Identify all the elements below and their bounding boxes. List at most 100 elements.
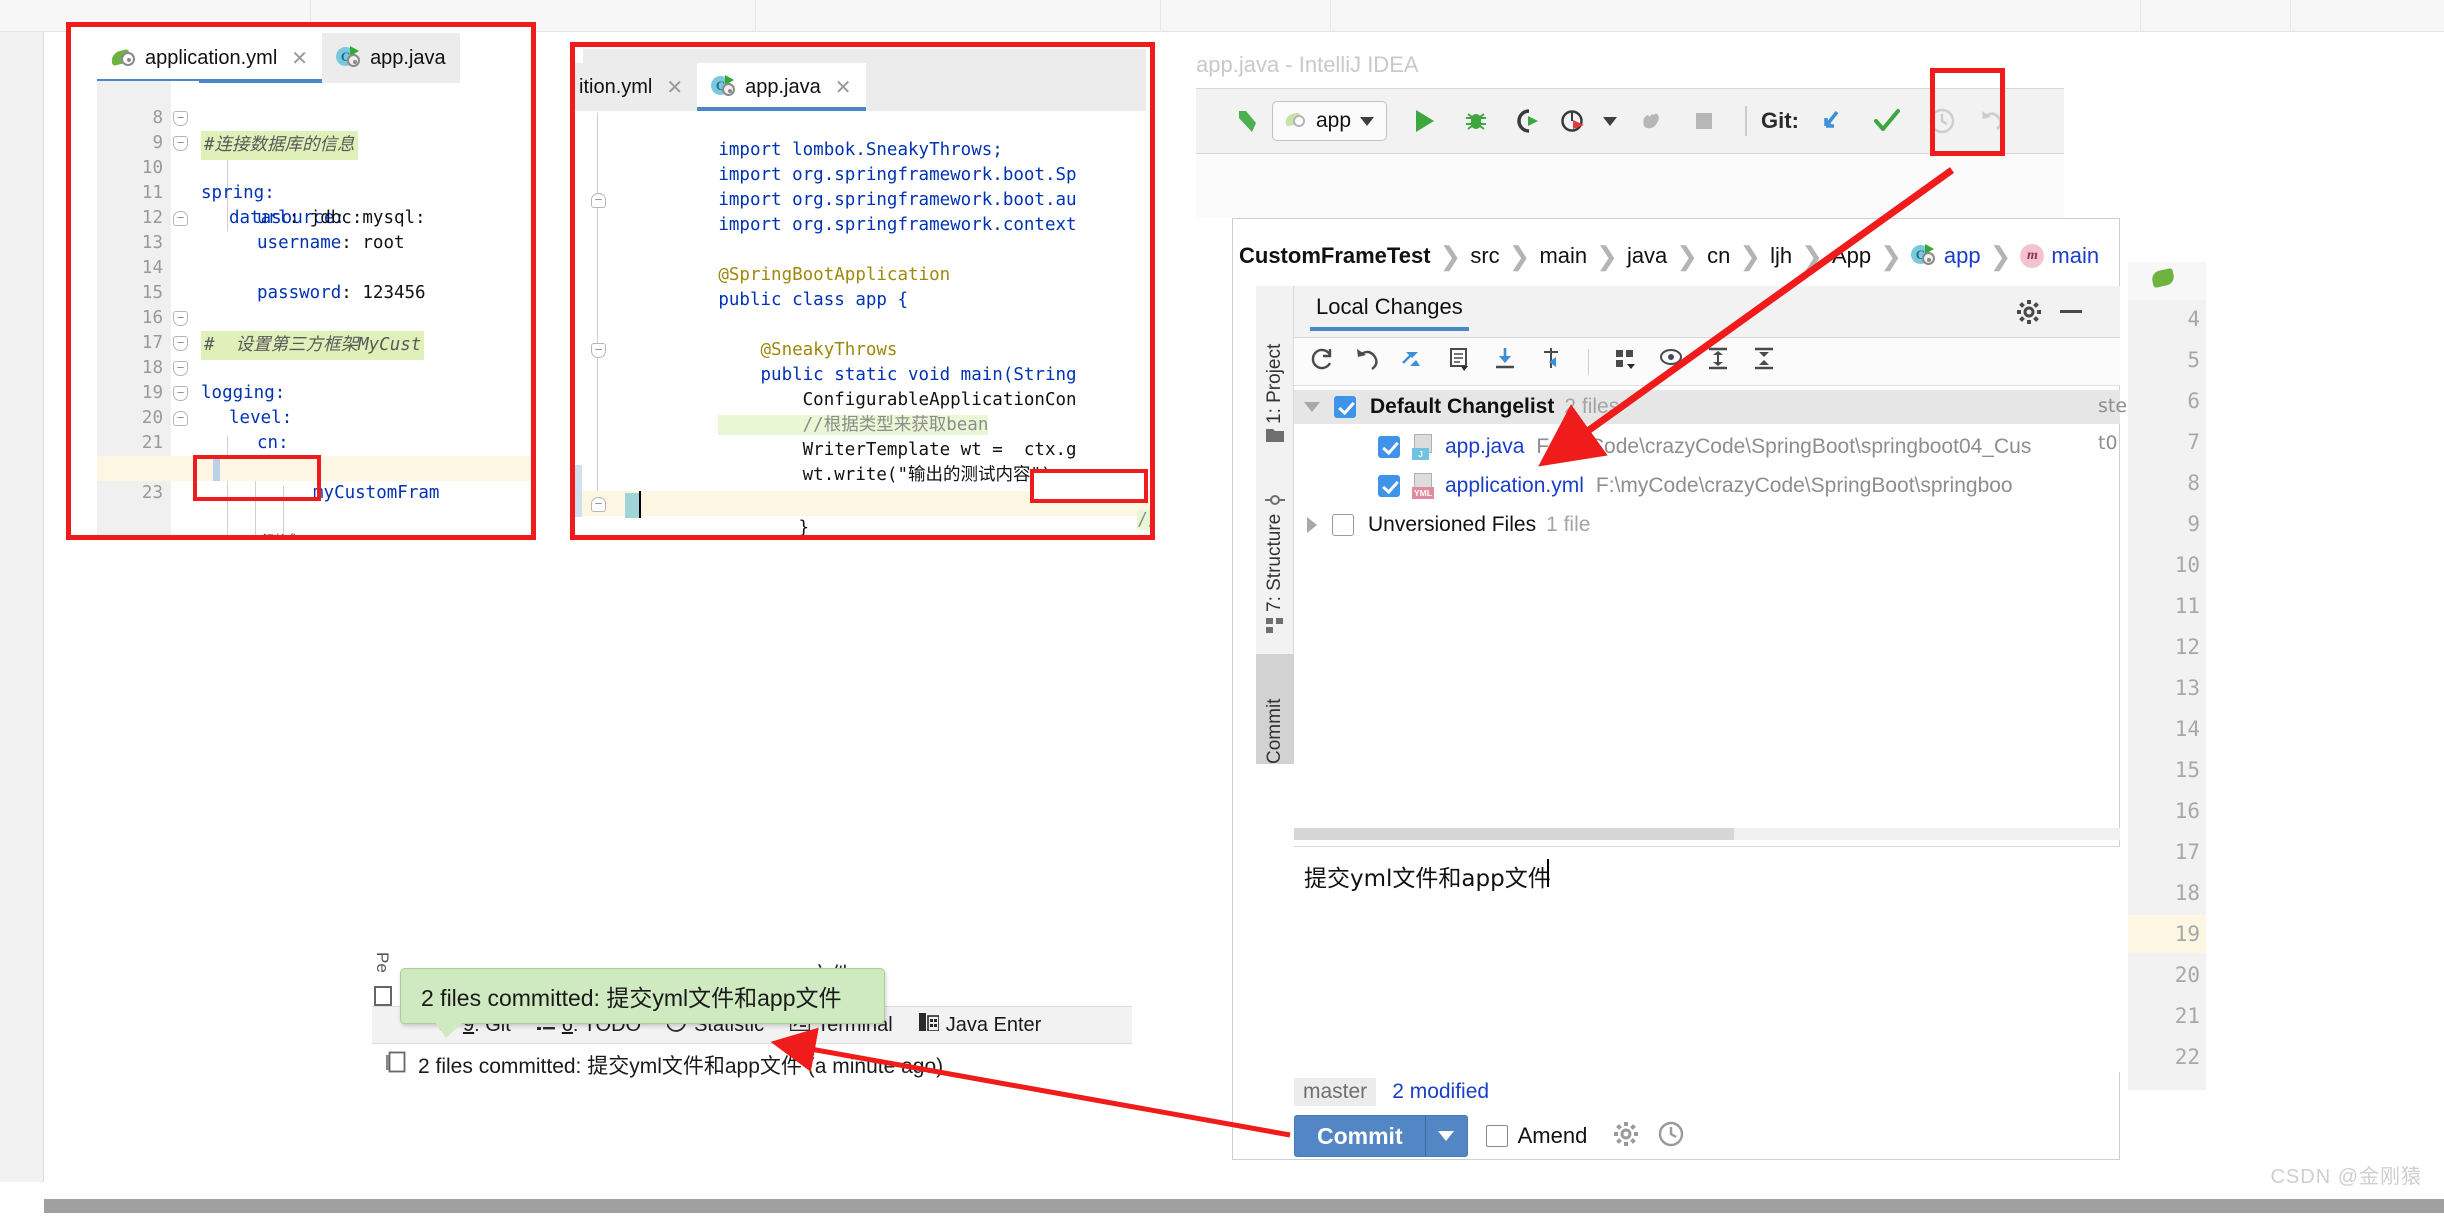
table-row[interactable]: Unversioned Files 1 file [1294, 508, 2120, 542]
chevron-down-icon[interactable] [1424, 1116, 1467, 1156]
fold-end-icon[interactable]: − [591, 497, 606, 512]
java-class-icon: C [336, 46, 362, 70]
update-project-icon[interactable] [1805, 98, 1857, 144]
breadcrumb-item-src[interactable]: src [1463, 243, 1506, 269]
code-line: 11 url: jdbc:mysql: [97, 156, 531, 228]
chevron-down-icon[interactable] [1304, 402, 1320, 412]
scrollbar-thumb[interactable] [1294, 828, 1734, 840]
breadcrumb-item-cn[interactable]: cn [1700, 243, 1737, 269]
minimize-icon[interactable] [2060, 310, 2082, 313]
yml-editor-annotation-box: :0 ) r — application.yml ✕ C app.java [66, 22, 536, 540]
chevron-down-icon[interactable] [1595, 98, 1625, 144]
sidebar-item-structure[interactable]: 7: Structure [1256, 462, 1294, 612]
rollback-icon[interactable] [1354, 346, 1380, 377]
status-item-java-enterprise[interactable]: Java Enter [918, 1013, 1041, 1037]
profile-icon[interactable] [1551, 98, 1595, 144]
sidebar-item-project[interactable]: 1: Project [1256, 292, 1294, 424]
navigate-back-icon[interactable] [1218, 98, 1272, 144]
debug-icon[interactable] [1451, 98, 1501, 144]
group-by-icon[interactable] [1613, 346, 1639, 377]
commit-tooltip: 2 files committed: 提交yml文件和app文件 [400, 968, 885, 1038]
commit-message-input[interactable]: 提交yml文件和app文件 [1304, 859, 1551, 893]
fold-end-icon[interactable]: − [173, 411, 188, 426]
fold-minus-icon[interactable]: − [173, 361, 188, 376]
settings-gear-icon[interactable] [1613, 1121, 1639, 1152]
tab-application-yml[interactable]: application.yml ✕ [97, 33, 323, 83]
tab-app-java[interactable]: C app.java ✕ [697, 63, 866, 111]
amend-option[interactable]: Amend [1485, 1123, 1588, 1149]
move-to-changelist-icon[interactable] [1538, 346, 1564, 377]
amend-checkbox[interactable] [1485, 1125, 1508, 1147]
close-icon[interactable]: ✕ [291, 46, 308, 71]
refresh-icon[interactable] [1308, 346, 1334, 377]
commit-message-box[interactable]: 提交yml文件和app文件 [1294, 846, 2120, 1072]
modified-count[interactable]: 2 modified [1392, 1080, 1489, 1104]
breadcrumb-item-main[interactable]: main [1532, 243, 1594, 269]
line-number: 12 [2174, 635, 2200, 659]
close-icon[interactable]: ✕ [666, 75, 683, 100]
horizontal-scrollbar[interactable] [44, 1199, 2444, 1213]
line-number: 5 [2187, 348, 2200, 372]
sidebar-item-commit[interactable]: Commit [1256, 654, 1294, 764]
fold-minus-icon[interactable]: − [173, 336, 188, 351]
local-changes-toolbar [1294, 338, 2120, 386]
show-diff-icon[interactable] [1400, 346, 1426, 377]
java-class-icon: C [711, 75, 737, 99]
file-path: F:\myCode\crazyCode\SpringBoot\springboo [1595, 474, 2013, 497]
breadcrumb-item-ljh[interactable]: ljh [1763, 243, 1799, 269]
line-number: 8 [2187, 471, 2200, 495]
fold-end-icon[interactable]: − [173, 211, 188, 226]
changelist-checkbox[interactable] [1334, 396, 1356, 418]
amend-label: Amend [1517, 1123, 1588, 1148]
java-class-icon: C [1910, 244, 1937, 268]
preview-diff-icon[interactable] [1659, 346, 1685, 377]
line-number: 21 [2174, 1004, 2200, 1028]
document-icon [374, 986, 392, 1006]
fold-minus-icon[interactable]: − [173, 311, 188, 326]
close-icon[interactable]: ✕ [835, 75, 852, 100]
file-checkbox[interactable] [1378, 436, 1400, 458]
fold-minus-icon[interactable]: − [173, 111, 188, 126]
tab-local-changes[interactable]: Local Changes [1310, 294, 1469, 331]
run-configuration-selector[interactable]: app [1272, 101, 1388, 141]
tab-app-java[interactable]: C app.java [322, 33, 460, 83]
breadcrumb-item-java[interactable]: java [1620, 243, 1674, 269]
tab-application-yml-partial[interactable]: ition.yml ✕ [575, 63, 698, 111]
breadcrumb-item-App[interactable]: App [1825, 243, 1878, 269]
table-row[interactable]: YML application.yml F:\myCode\crazyCode\… [1294, 469, 2120, 503]
commit-icon [1265, 490, 1285, 515]
collapse-all-icon[interactable] [1751, 346, 1777, 377]
fold-minus-icon[interactable]: − [173, 136, 188, 151]
code-line: ConfigurableApplicationCon [613, 363, 1077, 410]
run-icon[interactable] [1397, 98, 1451, 144]
java-editor-panel: ition.yml ✕ C app.java ✕ import lombok.S… [575, 47, 1150, 535]
code-line: import org.springframework.boot.Sp [613, 138, 1076, 185]
breadcrumb-item-project[interactable]: CustomFrameTest [1232, 243, 1438, 269]
settings-gear-icon[interactable] [2016, 299, 2042, 330]
run-with-coverage-icon[interactable] [1501, 98, 1551, 144]
edit-changelist-icon[interactable] [1446, 346, 1472, 377]
code-line: public static void main(String [613, 338, 1077, 385]
file-checkbox[interactable] [1378, 475, 1400, 497]
expand-all-icon[interactable] [1705, 346, 1731, 377]
line-text: } [756, 518, 810, 535]
breadcrumb-item-main-method[interactable]: m main [2013, 243, 2106, 269]
commit-button[interactable]: Commit [1294, 1115, 1468, 1157]
stop-icon[interactable] [1677, 98, 1731, 144]
unversioned-checkbox[interactable] [1332, 514, 1354, 536]
fold-end-icon[interactable]: − [591, 193, 606, 208]
code-line: 16 # 设置第三方框架MyCust [97, 281, 531, 360]
table-row[interactable]: J app.java F:\myCode\crazyCode\SpringBoo… [1294, 430, 2120, 464]
table-row[interactable]: Default Changelist 2 files [1294, 390, 2120, 424]
tree-horizontal-scrollbar[interactable] [1294, 828, 2120, 840]
attach-icon[interactable] [1625, 98, 1677, 144]
history-icon[interactable] [1657, 1120, 1685, 1153]
fold-minus-icon[interactable]: − [591, 343, 606, 358]
changes-tree[interactable]: Default Changelist 2 files J app.java F:… [1294, 390, 2120, 690]
line-text: # 测试2 [227, 531, 304, 535]
chevron-right-icon[interactable] [1307, 517, 1317, 533]
commit-check-icon[interactable] [1857, 98, 1917, 144]
get-from-vcs-icon[interactable] [1492, 346, 1518, 377]
breadcrumb-item-app-class[interactable]: C app [1904, 243, 1988, 269]
fold-minus-icon[interactable]: − [173, 386, 188, 401]
